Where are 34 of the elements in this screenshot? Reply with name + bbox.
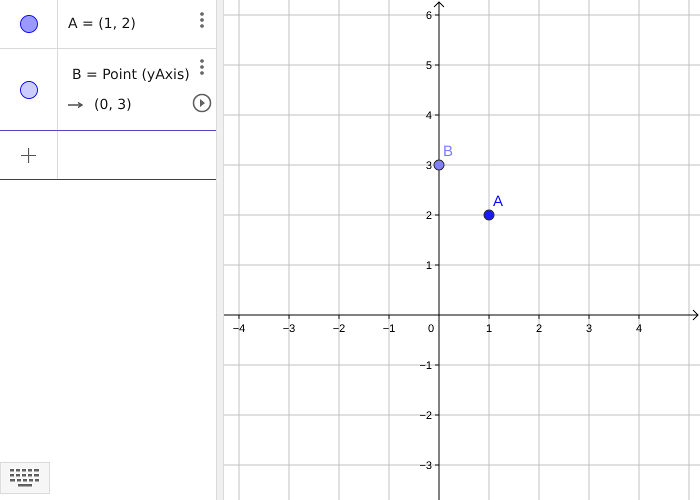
tick-label: 1 [486, 323, 492, 335]
keyboard-button[interactable] [0, 462, 50, 494]
tick-label: −3 [419, 460, 432, 472]
play-icon[interactable] [192, 93, 212, 113]
tick-label: −3 [282, 323, 296, 335]
visibility-toggle[interactable] [20, 80, 38, 98]
tick-label: −4 [232, 323, 246, 335]
tick-label: 6 [426, 10, 432, 22]
point-label: B [443, 143, 454, 160]
tick-label: 2 [426, 210, 432, 222]
tick-label: −2 [419, 410, 432, 422]
definition-text: A = (1, 2) [68, 16, 136, 32]
tick-label: 1 [426, 260, 432, 272]
tick-label: 2 [536, 323, 542, 335]
more-menu-icon[interactable] [200, 12, 204, 28]
more-menu-icon[interactable] [200, 59, 204, 75]
tick-label: 4 [636, 323, 642, 335]
arrow-icon [68, 102, 84, 108]
add-button[interactable]: + [18, 143, 39, 167]
point[interactable] [484, 210, 494, 220]
tick-label: −1 [419, 360, 432, 372]
point-label: A [493, 193, 504, 210]
tick-label: −2 [332, 323, 346, 335]
origin-label: 0 [428, 323, 434, 335]
tick-label: 3 [586, 323, 592, 335]
definition-text: B = Point (yAxis) [71, 66, 190, 82]
tick-label: 4 [426, 110, 432, 122]
point[interactable] [434, 160, 444, 170]
tick-label: 3 [426, 160, 432, 172]
visibility-toggle[interactable] [20, 15, 38, 33]
tick-label: −1 [382, 323, 396, 335]
keyboard-icon [9, 468, 41, 488]
tick-label: 5 [426, 60, 432, 72]
value-text: (0, 3) [94, 96, 132, 112]
